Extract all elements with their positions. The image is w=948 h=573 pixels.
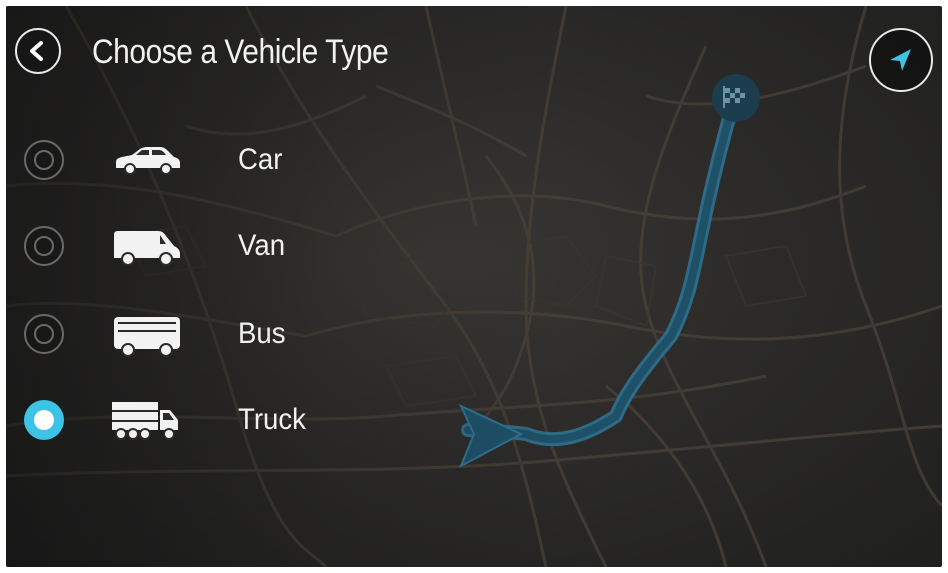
map[interactable]: [6, 6, 942, 567]
radio-button-car[interactable]: [24, 140, 64, 180]
vehicle-option-bus[interactable]: Bus: [16, 302, 346, 366]
vehicle-option-truck[interactable]: Truck: [16, 388, 346, 452]
truck-icon: [112, 402, 178, 440]
vehicle-option-car[interactable]: Car: [16, 128, 346, 192]
navigation-arrow-icon: [890, 49, 911, 71]
locate-button[interactable]: [869, 28, 933, 92]
radio-button-truck[interactable]: [24, 400, 64, 440]
vehicle-label-van: Van: [238, 229, 286, 262]
van-icon: [114, 231, 180, 266]
vehicle-option-van[interactable]: Van: [16, 214, 346, 278]
radio-button-van[interactable]: [24, 226, 64, 266]
navigation-screen: Choose a Vehicle Type Car Van Bus Truck: [6, 6, 942, 567]
vehicle-label-bus: Bus: [238, 317, 286, 350]
checkered-flag-icon[interactable]: [712, 74, 760, 122]
vehicle-label-car: Car: [238, 143, 283, 176]
vehicle-label-truck: Truck: [238, 403, 306, 436]
car-icon: [116, 147, 180, 175]
page-title: Choose a Vehicle Type: [92, 33, 389, 71]
back-arrow-icon: [30, 41, 43, 61]
bus-icon: [114, 317, 180, 357]
back-button[interactable]: [15, 28, 61, 74]
radio-button-bus[interactable]: [24, 314, 64, 354]
